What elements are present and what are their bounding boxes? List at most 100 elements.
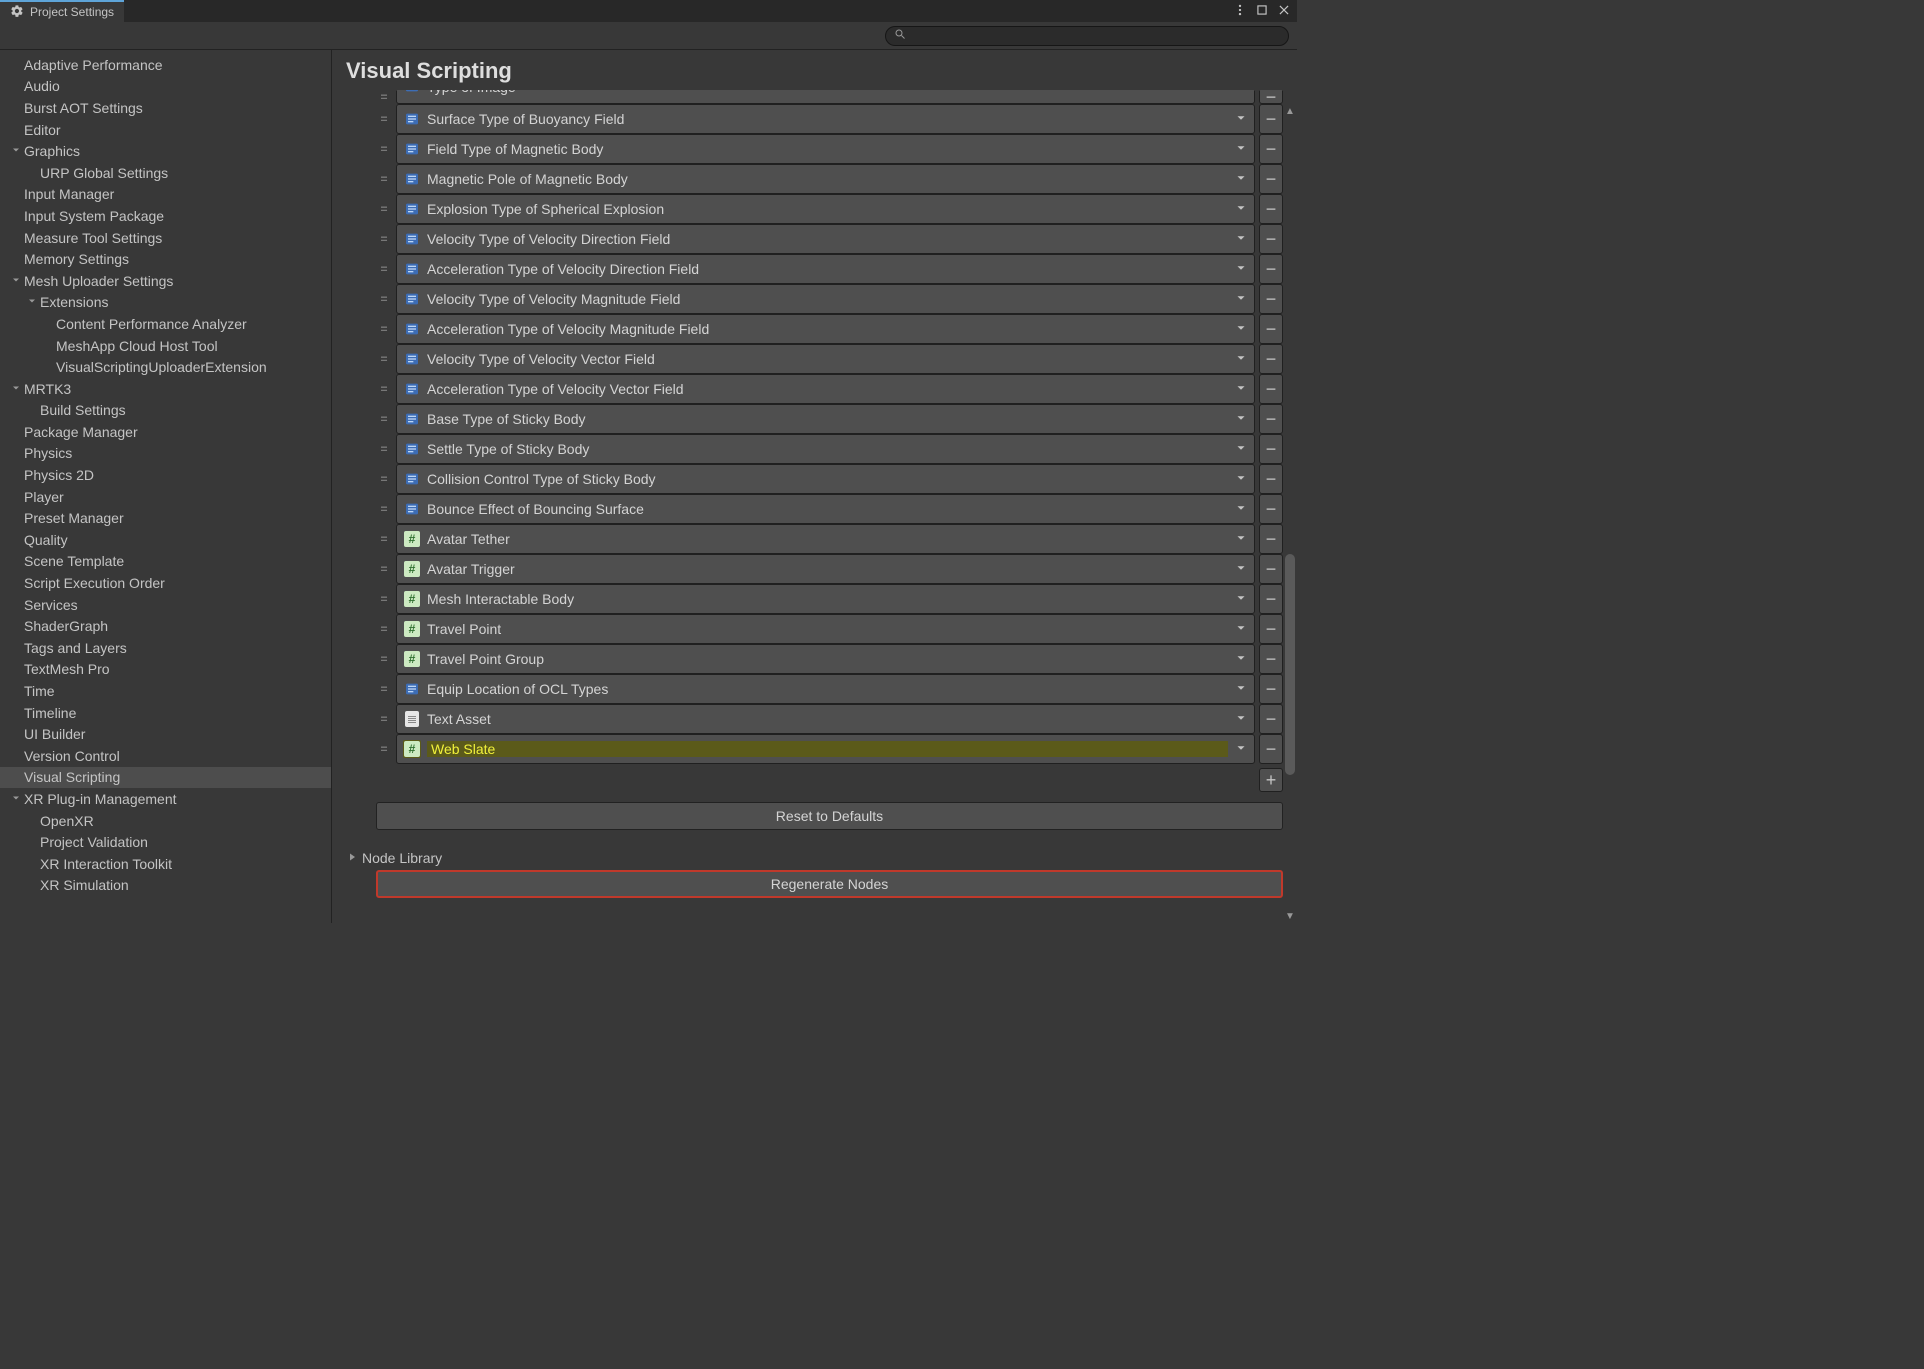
sidebar-item[interactable]: Services [0, 594, 331, 616]
sidebar-item[interactable]: MRTK3 [0, 378, 331, 400]
sidebar-item[interactable]: Editor [0, 119, 331, 141]
sidebar-item[interactable]: Mesh Uploader Settings [0, 270, 331, 292]
type-option-dropdown[interactable]: Magnetic Pole of Magnetic Body [396, 164, 1255, 194]
scroll-track[interactable] [1285, 118, 1295, 910]
type-option-dropdown[interactable]: #Travel Point Group [396, 644, 1255, 674]
sidebar-item[interactable]: Content Performance Analyzer [0, 313, 331, 335]
sidebar-item[interactable]: Tags and Layers [0, 637, 331, 659]
sidebar-item[interactable]: XR Interaction Toolkit [0, 853, 331, 875]
drag-handle-icon[interactable]: = [376, 374, 392, 404]
sidebar-item[interactable]: Measure Tool Settings [0, 227, 331, 249]
type-option-dropdown[interactable]: Acceleration Type of Velocity Direction … [396, 254, 1255, 284]
type-option-dropdown[interactable]: #Web Slate [396, 734, 1255, 764]
sidebar-item[interactable]: Input System Package [0, 205, 331, 227]
drag-handle-icon[interactable]: = [376, 134, 392, 164]
drag-handle-icon[interactable]: = [376, 404, 392, 434]
remove-type-button[interactable]: − [1259, 704, 1283, 734]
main-content[interactable]: =Type of Image−=Surface Type of Buoyancy… [332, 90, 1297, 923]
remove-type-button[interactable]: − [1259, 224, 1283, 254]
drag-handle-icon[interactable]: = [376, 194, 392, 224]
sidebar-item[interactable]: Quality [0, 529, 331, 551]
node-library-header[interactable]: Node Library [346, 850, 1283, 866]
close-icon[interactable] [1277, 3, 1291, 20]
drag-handle-icon[interactable]: = [376, 524, 392, 554]
drag-handle-icon[interactable]: = [376, 164, 392, 194]
drag-handle-icon[interactable]: = [376, 254, 392, 284]
sidebar-item[interactable]: Package Manager [0, 421, 331, 443]
remove-type-button[interactable]: − [1259, 194, 1283, 224]
type-option-dropdown[interactable]: Collision Control Type of Sticky Body [396, 464, 1255, 494]
drag-handle-icon[interactable]: = [376, 554, 392, 584]
sidebar-item[interactable]: OpenXR [0, 810, 331, 832]
type-option-dropdown[interactable]: Acceleration Type of Velocity Vector Fie… [396, 374, 1255, 404]
remove-type-button[interactable]: − [1259, 344, 1283, 374]
drag-handle-icon[interactable]: = [376, 224, 392, 254]
sidebar-item[interactable]: Visual Scripting [0, 767, 331, 789]
remove-type-button[interactable]: − [1259, 614, 1283, 644]
type-option-dropdown[interactable]: #Travel Point [396, 614, 1255, 644]
remove-type-button[interactable]: − [1259, 404, 1283, 434]
drag-handle-icon[interactable]: = [376, 344, 392, 374]
sidebar-item[interactable]: TextMesh Pro [0, 659, 331, 681]
sidebar-item[interactable]: UI Builder [0, 723, 331, 745]
type-option-dropdown[interactable]: #Avatar Tether [396, 524, 1255, 554]
reset-to-defaults-button[interactable]: Reset to Defaults [376, 802, 1283, 830]
remove-type-button[interactable]: − [1259, 674, 1283, 704]
sidebar-item[interactable]: Burst AOT Settings [0, 97, 331, 119]
remove-type-button[interactable]: − [1259, 734, 1283, 764]
sidebar-item[interactable]: Player [0, 486, 331, 508]
sidebar-item[interactable]: MeshApp Cloud Host Tool [0, 335, 331, 357]
remove-type-button[interactable]: − [1259, 584, 1283, 614]
type-option-dropdown[interactable]: Text Asset [396, 704, 1255, 734]
maximize-icon[interactable] [1255, 3, 1269, 20]
type-option-dropdown[interactable]: Equip Location of OCL Types [396, 674, 1255, 704]
drag-handle-icon[interactable]: = [376, 704, 392, 734]
type-option-dropdown[interactable]: Base Type of Sticky Body [396, 404, 1255, 434]
drag-handle-icon[interactable]: = [376, 90, 392, 104]
sidebar-item[interactable]: Timeline [0, 702, 331, 724]
drag-handle-icon[interactable]: = [376, 674, 392, 704]
remove-type-button[interactable]: − [1259, 284, 1283, 314]
drag-handle-icon[interactable]: = [376, 284, 392, 314]
type-option-dropdown[interactable]: Bounce Effect of Bouncing Surface [396, 494, 1255, 524]
search-input[interactable] [912, 29, 1280, 43]
sidebar-item[interactable]: VisualScriptingUploaderExtension [0, 356, 331, 378]
remove-type-button[interactable]: − [1259, 644, 1283, 674]
sidebar-item[interactable]: Extensions [0, 292, 331, 314]
type-option-dropdown[interactable]: Surface Type of Buoyancy Field [396, 104, 1255, 134]
sidebar-item[interactable]: XR Plug-in Management [0, 788, 331, 810]
sidebar-item[interactable]: Input Manager [0, 184, 331, 206]
type-option-dropdown[interactable]: Field Type of Magnetic Body [396, 134, 1255, 164]
scroll-thumb[interactable] [1285, 554, 1295, 776]
remove-type-button[interactable]: − [1259, 164, 1283, 194]
sidebar-item[interactable]: Graphics [0, 140, 331, 162]
sidebar-item[interactable]: Physics [0, 443, 331, 465]
type-option-dropdown[interactable]: Acceleration Type of Velocity Magnitude … [396, 314, 1255, 344]
type-option-dropdown[interactable]: Settle Type of Sticky Body [396, 434, 1255, 464]
sidebar-item[interactable]: Version Control [0, 745, 331, 767]
remove-type-button[interactable]: − [1259, 134, 1283, 164]
sidebar-item[interactable]: Memory Settings [0, 248, 331, 270]
scroll-down-arrow-icon[interactable]: ▼ [1285, 910, 1295, 923]
drag-handle-icon[interactable]: = [376, 434, 392, 464]
sidebar-item[interactable]: XR Simulation [0, 875, 331, 897]
drag-handle-icon[interactable]: = [376, 464, 392, 494]
sidebar-item[interactable]: Physics 2D [0, 464, 331, 486]
sidebar-item[interactable]: ShaderGraph [0, 615, 331, 637]
type-option-dropdown[interactable]: Velocity Type of Velocity Magnitude Fiel… [396, 284, 1255, 314]
type-option-dropdown[interactable]: #Mesh Interactable Body [396, 584, 1255, 614]
type-option-dropdown[interactable]: Velocity Type of Velocity Vector Field [396, 344, 1255, 374]
project-settings-tab[interactable]: Project Settings [0, 0, 124, 22]
remove-type-button[interactable]: − [1259, 374, 1283, 404]
drag-handle-icon[interactable]: = [376, 104, 392, 134]
remove-type-button[interactable]: − [1259, 314, 1283, 344]
regenerate-nodes-button[interactable]: Regenerate Nodes [376, 870, 1283, 898]
drag-handle-icon[interactable]: = [376, 734, 392, 764]
settings-sidebar[interactable]: Adaptive PerformanceAudioBurst AOT Setti… [0, 50, 332, 923]
sidebar-item[interactable]: Scene Template [0, 551, 331, 573]
drag-handle-icon[interactable]: = [376, 644, 392, 674]
sidebar-item[interactable]: URP Global Settings [0, 162, 331, 184]
add-type-button[interactable]: + [1259, 768, 1283, 792]
sidebar-item[interactable]: Time [0, 680, 331, 702]
drag-handle-icon[interactable]: = [376, 314, 392, 344]
